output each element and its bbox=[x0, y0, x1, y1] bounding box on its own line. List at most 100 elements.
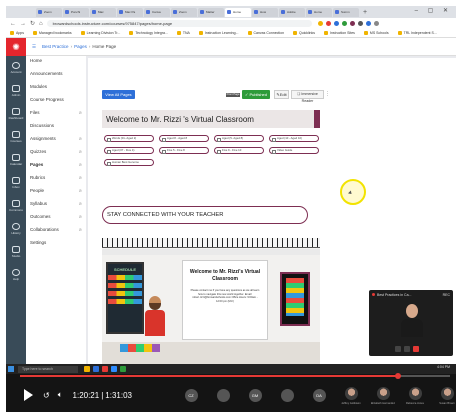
course-nav-outcomes[interactable]: Outcomes ⊘ bbox=[30, 214, 82, 227]
zoom-video-popup[interactable]: Best Practices in Ca... REC bbox=[369, 290, 453, 356]
course-nav-modules[interactable]: Modules bbox=[30, 84, 82, 97]
global-nav-admin[interactable]: Admin bbox=[6, 79, 26, 102]
bookmark-item[interactable]: TNA bbox=[176, 31, 190, 35]
bookmark-item[interactable]: Managed bookmarks bbox=[32, 31, 72, 35]
course-nav-course-progress[interactable]: Course Progress bbox=[30, 97, 82, 110]
browser-tab[interactable]: Home bbox=[306, 7, 332, 17]
browser-tab[interactable]: Matter bbox=[198, 7, 224, 17]
lesson-button[interactable]: Aged 8 - Aged 8 bbox=[159, 135, 209, 142]
participant-tile[interactable] bbox=[208, 382, 238, 410]
chrome-icon[interactable] bbox=[102, 366, 108, 372]
file-explorer-icon[interactable] bbox=[84, 366, 90, 372]
browser-tab[interactable]: Ponchi bbox=[63, 7, 89, 17]
lesson-button[interactable]: Human Best Genome bbox=[104, 159, 154, 166]
browser-tab[interactable]: Mac Pa bbox=[117, 7, 143, 17]
home-icon[interactable]: ⌂ bbox=[39, 21, 43, 27]
global-nav-studio[interactable]: Studio bbox=[6, 240, 26, 263]
excel-icon[interactable] bbox=[120, 366, 126, 372]
bookmark-star-icon[interactable] bbox=[317, 21, 323, 26]
taskbar-search-input[interactable]: Type here to search bbox=[18, 365, 78, 373]
participant-tile[interactable]: DA bbox=[304, 382, 334, 410]
global-nav-history[interactable]: History bbox=[6, 217, 26, 240]
immersive-reader-button[interactable]: ❑ Immersive Reader bbox=[291, 90, 324, 103]
participant-tile[interactable]: Susan Brown bbox=[432, 382, 456, 410]
course-nav-home[interactable]: Home bbox=[30, 58, 82, 71]
browser-tab[interactable]: Mac bbox=[90, 7, 116, 17]
global-nav-inbox[interactable]: Inbox bbox=[6, 171, 26, 194]
participant-tile[interactable] bbox=[272, 382, 302, 410]
new-tab-icon[interactable]: + bbox=[363, 9, 367, 16]
wall-poster[interactable] bbox=[280, 272, 310, 326]
end-call-icon[interactable] bbox=[413, 346, 419, 352]
course-nav-files[interactable]: Files ⊘ bbox=[30, 110, 82, 123]
lesson-button[interactable]: Aged (10 - Aged 10) bbox=[269, 135, 319, 142]
global-nav-account[interactable]: Account bbox=[6, 56, 26, 79]
course-nav-assignments[interactable]: Assignments ⊘ bbox=[30, 136, 82, 149]
lesson-button[interactable]: Five 9 - Five 10 bbox=[214, 147, 264, 154]
forward-icon[interactable]: → bbox=[20, 21, 26, 27]
lesson-button[interactable]: Aged (07 - Five 4) bbox=[104, 147, 154, 154]
extension-icon[interactable] bbox=[325, 21, 331, 26]
course-nav-collaborations[interactable]: Collaborations ⊘ bbox=[30, 227, 82, 240]
bitmoji-classroom-image[interactable]: SCHEDULE Welcome to Mr. Rizzi's Virtual … bbox=[102, 238, 320, 364]
browser-tab[interactable]: Zoom bbox=[171, 7, 197, 17]
participant-tile[interactable]: Jeffrey Goldstein bbox=[336, 382, 366, 410]
view-all-pages-button[interactable]: View All Pages bbox=[102, 90, 135, 99]
extension-icon[interactable] bbox=[365, 21, 371, 26]
rewind-icon[interactable]: ↺ bbox=[43, 391, 50, 400]
hamburger-icon[interactable]: ☰ bbox=[32, 44, 36, 50]
participant-tile[interactable]: Elizabeth Hernandez bbox=[368, 382, 398, 410]
browser-tab[interactable]: How bbox=[252, 7, 278, 17]
play-icon[interactable] bbox=[24, 389, 33, 401]
global-nav-courses[interactable]: Courses bbox=[6, 125, 26, 148]
video-progress-bar[interactable] bbox=[20, 373, 450, 379]
lesson-button[interactable]: Video Guide bbox=[269, 147, 319, 154]
extension-icon[interactable] bbox=[349, 21, 355, 26]
bookmark-item[interactable]: Instruction Learning... bbox=[198, 31, 239, 35]
back-icon[interactable]: ← bbox=[10, 21, 16, 27]
course-nav-discussions[interactable]: Discussions bbox=[30, 123, 82, 136]
windows-start-icon[interactable] bbox=[8, 366, 14, 372]
canvas-logo-icon[interactable]: ✺ bbox=[6, 38, 26, 56]
course-nav-settings[interactable]: Settings bbox=[30, 240, 82, 253]
edit-button[interactable]: ✎Edit bbox=[274, 90, 289, 99]
global-nav-help[interactable]: Help bbox=[6, 263, 26, 286]
breadcrumb-pages[interactable]: Pages bbox=[74, 44, 87, 49]
browser-tab-active[interactable]: Home bbox=[225, 7, 251, 17]
bookmark-item[interactable]: Canvas Connection bbox=[247, 31, 284, 35]
course-nav-announcements[interactable]: Announcements bbox=[30, 71, 82, 84]
video-icon[interactable] bbox=[404, 346, 410, 352]
extension-icon[interactable] bbox=[341, 21, 347, 26]
browser-tab[interactable]: Summ bbox=[333, 7, 359, 17]
bookmark-item[interactable]: Learning Division Tr... bbox=[80, 31, 120, 35]
participant-tile[interactable]: Rebecca Jones bbox=[400, 382, 430, 410]
video-progress-knob[interactable] bbox=[395, 373, 402, 379]
published-button[interactable]: ✓ Published bbox=[242, 90, 270, 99]
bookmark-item[interactable]: Instruction Sites bbox=[324, 31, 355, 35]
bookmark-item[interactable]: Technology Integra... bbox=[129, 31, 168, 35]
browser-tab[interactable]: Zoom bbox=[36, 7, 62, 17]
participant-tile[interactable]: GM bbox=[240, 382, 270, 410]
course-nav-people[interactable]: People ⊘ bbox=[30, 188, 82, 201]
bookmark-item[interactable]: MS Schools bbox=[363, 31, 389, 35]
lesson-button[interactable]: Five 5 - Five 8 bbox=[159, 147, 209, 154]
schedule-board[interactable]: SCHEDULE bbox=[106, 262, 144, 334]
mute-icon[interactable] bbox=[395, 346, 401, 352]
global-nav-commons[interactable]: Commons bbox=[6, 194, 26, 217]
edge-icon[interactable] bbox=[93, 366, 99, 372]
zoom-app-icon[interactable] bbox=[111, 366, 117, 372]
browser-tab[interactable]: Canva bbox=[144, 7, 170, 17]
bookmark-item[interactable]: Apps bbox=[10, 31, 24, 35]
window-controls-icon[interactable]: – ▢ ✕ bbox=[415, 7, 452, 14]
lesson-button[interactable]: Aged (5- Aged 8) bbox=[214, 135, 264, 142]
participant-tile[interactable]: CZ bbox=[176, 382, 206, 410]
lesson-button[interactable]: Words (01- Aged 2) bbox=[104, 135, 154, 142]
breadcrumb-course[interactable]: Best Practice bbox=[42, 44, 69, 49]
course-nav-quizzes[interactable]: Quizzes ⊘ bbox=[30, 149, 82, 162]
course-nav-rubrics[interactable]: Rubrics ⊘ bbox=[30, 175, 82, 188]
bookmark-item[interactable]: TRL Independent S... bbox=[397, 31, 437, 35]
url-field[interactable]: browardschools.instructure.com/courses/9… bbox=[46, 20, 312, 27]
volume-icon[interactable]: 🔈︎ bbox=[58, 390, 63, 400]
reload-icon[interactable]: ↻ bbox=[30, 20, 35, 27]
extension-icon[interactable] bbox=[357, 21, 363, 26]
